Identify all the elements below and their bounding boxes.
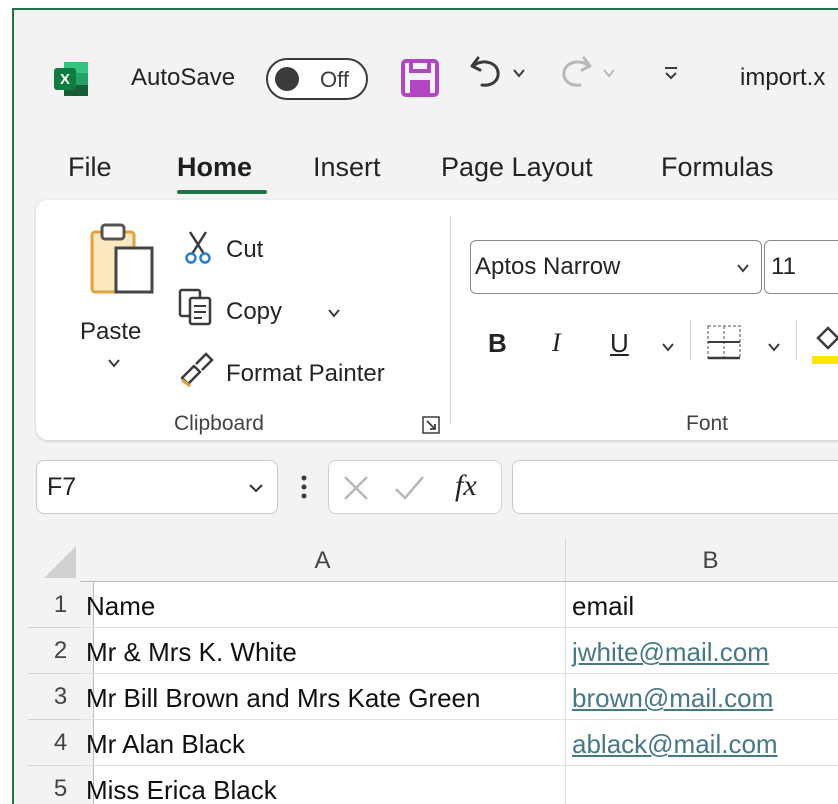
font-name-value: Aptos Narrow (475, 253, 621, 280)
font-name-dropdown[interactable]: Aptos Narrow (470, 240, 762, 294)
name-box-chevron-icon[interactable] (247, 481, 265, 500)
cell-a2[interactable]: Mr & Mrs K. White (80, 628, 566, 674)
enter-check-icon[interactable] (393, 473, 425, 508)
title-bar: X AutoSave Off import.x (14, 10, 838, 130)
formula-input[interactable] (512, 460, 838, 514)
tab-formulas[interactable]: Formulas (661, 152, 774, 183)
column-header-a[interactable]: A (80, 538, 566, 582)
borders-chevron-icon[interactable] (766, 340, 782, 358)
paste-button[interactable]: Paste (80, 318, 141, 346)
italic-button[interactable]: I (552, 328, 561, 358)
copy-chevron-icon[interactable] (326, 306, 342, 324)
scissors-icon[interactable] (184, 230, 212, 269)
format-painter-icon[interactable] (178, 350, 214, 393)
name-box[interactable]: F7 (36, 460, 278, 514)
paste-chevron-icon[interactable] (106, 356, 122, 374)
cell-b1[interactable]: email (566, 582, 838, 628)
font-name-chevron-icon (735, 261, 751, 279)
font-divider-2 (796, 320, 797, 360)
tab-insert[interactable]: Insert (313, 152, 381, 183)
name-box-value: F7 (47, 473, 77, 501)
autosave-label: AutoSave (131, 64, 236, 91)
cut-button[interactable]: Cut (226, 236, 263, 264)
toggle-knob (275, 67, 299, 91)
copy-button[interactable]: Copy (226, 298, 282, 326)
cell-b4-hyperlink[interactable]: ablack@mail.com (566, 720, 838, 766)
formula-buttons: fx (328, 460, 502, 514)
cell-a3[interactable]: Mr Bill Brown and Mrs Kate Green (80, 674, 566, 720)
column-header-b[interactable]: B (566, 538, 838, 582)
fill-color-icon[interactable] (812, 322, 838, 371)
cell-b5[interactable] (566, 766, 838, 804)
paste-icon[interactable] (88, 220, 158, 303)
font-size-dropdown[interactable]: 11 (764, 240, 838, 294)
excel-window: X AutoSave Off import.x File Home Insert… (14, 10, 838, 804)
undo-icon[interactable] (466, 52, 508, 99)
select-all-corner[interactable] (28, 538, 80, 582)
spreadsheet-grid: A B 1 Name email 2 Mr & Mrs K. White jwh… (28, 538, 838, 804)
redo-icon[interactable] (554, 52, 596, 99)
more-options-icon[interactable] (300, 474, 308, 505)
underline-button[interactable]: U (610, 328, 629, 359)
document-title: import.x (740, 64, 826, 91)
ribbon: Paste Cut Copy Format Painter Clipboard … (36, 200, 838, 440)
redo-dropdown-chevron-icon[interactable] (602, 66, 616, 85)
borders-icon[interactable] (706, 324, 742, 365)
cancel-icon[interactable] (341, 473, 371, 508)
font-size-value: 11 (771, 253, 796, 280)
tab-file[interactable]: File (68, 152, 112, 183)
clipboard-launcher-icon[interactable] (422, 416, 440, 439)
autosave-toggle[interactable]: Off (266, 58, 368, 100)
tab-home[interactable]: Home (177, 152, 252, 183)
cell-a1[interactable]: Name (80, 582, 566, 628)
format-painter-button[interactable]: Format Painter (226, 360, 385, 388)
underline-chevron-icon[interactable] (660, 340, 676, 358)
cell-a4[interactable]: Mr Alan Black (80, 720, 566, 766)
font-group-label: Font (686, 412, 729, 435)
cell-a5[interactable]: Miss Erica Black (80, 766, 566, 804)
group-separator (450, 216, 451, 424)
excel-logo-icon: X (54, 60, 88, 98)
insert-function-button[interactable]: fx (455, 469, 477, 503)
clipboard-group-label: Clipboard (174, 412, 264, 435)
customize-toolbar-icon[interactable] (662, 64, 680, 87)
tab-page-layout[interactable]: Page Layout (441, 152, 593, 183)
copy-icon[interactable] (178, 288, 214, 331)
cell-b2-hyperlink[interactable]: jwhite@mail.com (566, 628, 838, 674)
font-divider (690, 320, 691, 360)
active-tab-indicator (177, 190, 267, 194)
bold-button[interactable]: B (488, 328, 507, 359)
autosave-state: Off (320, 67, 349, 92)
cell-b3-hyperlink[interactable]: brown@mail.com (566, 674, 838, 720)
svg-text:X: X (60, 71, 70, 88)
undo-dropdown-chevron-icon[interactable] (512, 66, 526, 85)
save-icon[interactable] (400, 58, 440, 103)
